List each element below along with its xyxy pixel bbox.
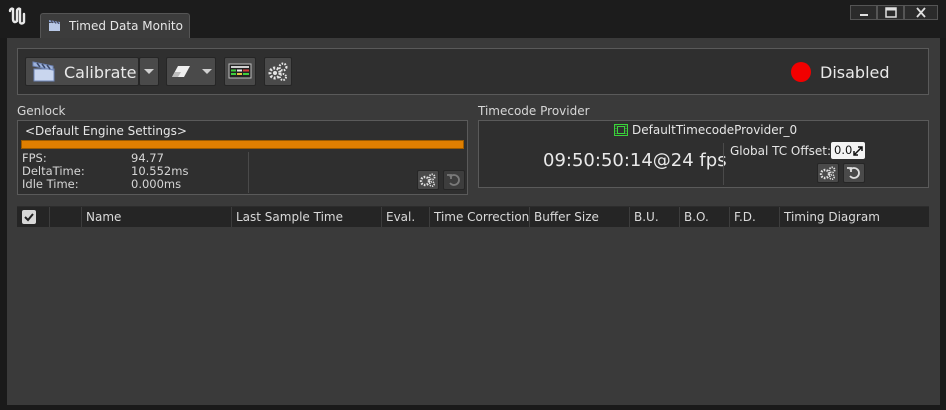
column-label: F.D. bbox=[734, 210, 756, 224]
gears-icon bbox=[268, 62, 288, 81]
fps-label: FPS: bbox=[22, 151, 47, 165]
timecode-provider-name: DefaultTimecodeProvider_0 bbox=[632, 123, 798, 137]
global-tc-offset-field[interactable]: 0.0 bbox=[831, 142, 865, 159]
film-strip-icon bbox=[614, 124, 628, 136]
close-icon bbox=[916, 7, 926, 18]
column-label: Last Sample Time bbox=[236, 210, 343, 224]
column-header-fd[interactable]: F.D. bbox=[729, 207, 779, 227]
close-button[interactable] bbox=[904, 5, 938, 20]
global-tc-offset-label: Global TC Offset: bbox=[730, 144, 832, 158]
timed-data-monitor-window: Timed Data Monito Calibrate Disabled Gen… bbox=[0, 0, 946, 410]
minimize-button[interactable] bbox=[850, 5, 877, 20]
column-label: Name bbox=[86, 210, 122, 224]
reset-icon bbox=[447, 174, 460, 186]
column-header-last-sample-time[interactable]: Last Sample Time bbox=[231, 207, 381, 227]
column-label: Eval. bbox=[386, 210, 416, 224]
clear-button[interactable] bbox=[166, 57, 216, 86]
settings-button[interactable] bbox=[264, 57, 292, 86]
calibrate-button[interactable]: Calibrate bbox=[25, 57, 139, 86]
clapperboard-icon bbox=[49, 20, 60, 31]
genlock-status-bar bbox=[21, 140, 464, 149]
column-header-timing-diagram[interactable]: Timing Diagram bbox=[779, 207, 929, 227]
fps-value: 94.77 bbox=[131, 151, 164, 165]
idle-time-value: 0.000ms bbox=[131, 177, 182, 191]
gears-icon bbox=[819, 166, 836, 181]
gears-icon bbox=[419, 173, 436, 188]
column-header-bu[interactable]: B.U. bbox=[629, 207, 679, 227]
window-controls bbox=[850, 5, 938, 20]
genlock-settings-button[interactable] bbox=[417, 170, 439, 190]
column-header-buffer-size[interactable]: Buffer Size bbox=[529, 207, 629, 227]
select-all-checkbox[interactable] bbox=[22, 210, 36, 224]
select-all-column[interactable] bbox=[17, 207, 49, 227]
column-header-time-correction[interactable]: Time Correction bbox=[429, 207, 529, 227]
genlock-reset-button[interactable] bbox=[443, 170, 465, 190]
minimize-icon bbox=[860, 14, 868, 16]
genlock-section-label: Genlock bbox=[17, 104, 66, 118]
status-indicator-dot bbox=[791, 62, 811, 82]
calibrate-label: Calibrate bbox=[64, 63, 137, 82]
drag-handle-icon bbox=[853, 146, 863, 156]
status-column[interactable] bbox=[49, 207, 81, 227]
column-header-eval[interactable]: Eval. bbox=[381, 207, 429, 227]
timecode-section-label: Timecode Provider bbox=[478, 104, 590, 118]
eraser-icon bbox=[172, 66, 190, 77]
column-label: Timing Diagram bbox=[784, 210, 880, 224]
column-label: Time Correction bbox=[434, 210, 530, 224]
genlock-divider bbox=[248, 152, 249, 193]
global-tc-offset-value: 0.0 bbox=[834, 143, 853, 157]
column-label: B.O. bbox=[684, 210, 709, 224]
chevron-down-icon bbox=[144, 69, 154, 74]
status-text: Disabled bbox=[820, 63, 890, 82]
table-view-icon bbox=[228, 63, 252, 79]
clapperboard-icon bbox=[32, 61, 55, 82]
title-bar[interactable]: Timed Data Monito bbox=[0, 0, 946, 38]
column-label: B.U. bbox=[634, 210, 659, 224]
genlock-panel: <Default Engine Settings> FPS: 94.77 Del… bbox=[17, 120, 468, 195]
column-header-name[interactable]: Name bbox=[81, 207, 231, 227]
maximize-icon bbox=[885, 7, 897, 18]
delta-time-label: DeltaTime: bbox=[22, 164, 85, 178]
tab-timed-data-monitor[interactable]: Timed Data Monito bbox=[40, 13, 190, 38]
toolbar: Calibrate Disabled bbox=[17, 48, 929, 95]
reset-icon bbox=[847, 167, 860, 179]
genlock-source-name[interactable]: <Default Engine Settings> bbox=[25, 124, 187, 138]
timecode-settings-button[interactable] bbox=[817, 163, 839, 183]
table-view-button[interactable] bbox=[224, 57, 256, 86]
column-label: Buffer Size bbox=[534, 210, 599, 224]
tab-title: Timed Data Monito bbox=[69, 19, 183, 33]
timecode-divider bbox=[723, 143, 724, 185]
chevron-down-icon bbox=[202, 69, 212, 74]
monitor-content: Calibrate Disabled Genlock <Default Engi… bbox=[7, 38, 940, 405]
timecode-reset-button[interactable] bbox=[843, 163, 865, 183]
maximize-button[interactable] bbox=[877, 5, 904, 20]
column-header-bo[interactable]: B.O. bbox=[679, 207, 729, 227]
checkmark-icon bbox=[24, 213, 34, 222]
data-table-body bbox=[17, 227, 929, 397]
unreal-engine-logo-icon bbox=[8, 7, 26, 25]
delta-time-value: 10.552ms bbox=[131, 164, 189, 178]
calibrate-dropdown-button[interactable] bbox=[139, 57, 159, 86]
timecode-panel: DefaultTimecodeProvider_0 09:50:50:14@24… bbox=[478, 120, 929, 188]
timecode-value: 09:50:50:14@24 fps bbox=[543, 150, 727, 171]
idle-time-label: Idle Time: bbox=[22, 177, 79, 191]
data-table-header: Name Last Sample Time Eval. Time Correct… bbox=[17, 206, 929, 227]
